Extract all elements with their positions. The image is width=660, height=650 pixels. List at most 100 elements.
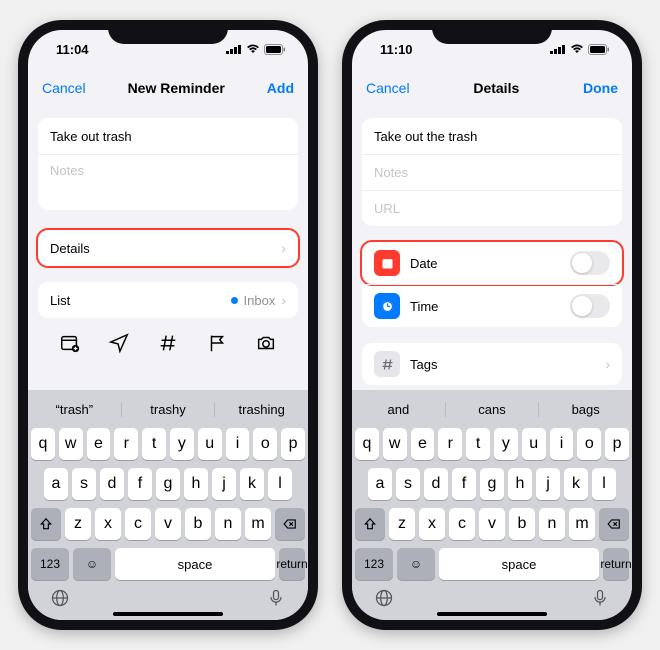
done-button[interactable]: Done	[583, 80, 618, 96]
key-r[interactable]: r	[114, 428, 138, 460]
key-h[interactable]: h	[184, 468, 208, 500]
key-e[interactable]: e	[87, 428, 111, 460]
details-row[interactable]: Details ›	[38, 230, 298, 266]
key-f[interactable]: f	[452, 468, 476, 500]
notes-input[interactable]: Notes	[38, 154, 298, 210]
key-k[interactable]: k	[240, 468, 264, 500]
time-toggle[interactable]	[570, 294, 610, 318]
location-icon[interactable]	[108, 332, 130, 354]
suggestion-1[interactable]: and	[352, 402, 446, 417]
backspace-key[interactable]	[275, 508, 305, 540]
key-d[interactable]: d	[100, 468, 124, 500]
home-indicator[interactable]	[113, 612, 223, 616]
key-p[interactable]: p	[605, 428, 629, 460]
key-l[interactable]: l	[592, 468, 616, 500]
shift-key[interactable]	[355, 508, 385, 540]
key-f[interactable]: f	[128, 468, 152, 500]
key-a[interactable]: a	[368, 468, 392, 500]
key-o[interactable]: o	[577, 428, 601, 460]
globe-icon[interactable]	[374, 588, 394, 608]
key-i[interactable]: i	[226, 428, 250, 460]
shift-key[interactable]	[31, 508, 61, 540]
notes-placeholder: Notes	[374, 165, 408, 180]
key-x[interactable]: x	[419, 508, 445, 540]
camera-icon[interactable]	[255, 332, 277, 354]
flag-icon[interactable]	[206, 332, 228, 354]
title-input[interactable]: Take out the trash	[362, 118, 622, 154]
notes-input[interactable]: Notes	[362, 154, 622, 190]
suggestion-3[interactable]: bags	[539, 402, 632, 417]
key-q[interactable]: q	[355, 428, 379, 460]
key-u[interactable]: u	[522, 428, 546, 460]
date-row[interactable]: Date	[362, 242, 622, 284]
suggestion-2[interactable]: trashy	[122, 402, 216, 417]
backspace-key[interactable]	[599, 508, 629, 540]
return-key[interactable]: return	[279, 548, 305, 580]
return-key[interactable]: return	[603, 548, 629, 580]
key-a[interactable]: a	[44, 468, 68, 500]
key-w[interactable]: w	[59, 428, 83, 460]
space-key[interactable]: space	[115, 548, 275, 580]
globe-icon[interactable]	[50, 588, 70, 608]
key-n[interactable]: n	[215, 508, 241, 540]
list-row[interactable]: List Inbox ›	[38, 282, 298, 318]
numbers-key[interactable]: 123	[31, 548, 69, 580]
emoji-key[interactable]: ☺	[397, 548, 435, 580]
home-indicator[interactable]	[437, 612, 547, 616]
key-i[interactable]: i	[550, 428, 574, 460]
key-e[interactable]: e	[411, 428, 435, 460]
key-s[interactable]: s	[396, 468, 420, 500]
key-y[interactable]: y	[494, 428, 518, 460]
key-z[interactable]: z	[389, 508, 415, 540]
key-t[interactable]: t	[466, 428, 490, 460]
key-n[interactable]: n	[539, 508, 565, 540]
key-c[interactable]: c	[125, 508, 151, 540]
url-input[interactable]: URL	[362, 190, 622, 226]
tags-card[interactable]: Tags ›	[362, 343, 622, 385]
emoji-key[interactable]: ☺	[73, 548, 111, 580]
key-v[interactable]: v	[479, 508, 505, 540]
key-m[interactable]: m	[569, 508, 595, 540]
key-u[interactable]: u	[198, 428, 222, 460]
key-q[interactable]: q	[31, 428, 55, 460]
key-g[interactable]: g	[156, 468, 180, 500]
key-v[interactable]: v	[155, 508, 181, 540]
key-c[interactable]: c	[449, 508, 475, 540]
cancel-button[interactable]: Cancel	[42, 80, 86, 96]
key-l[interactable]: l	[268, 468, 292, 500]
mic-icon[interactable]	[590, 588, 610, 608]
date-toggle[interactable]	[570, 251, 610, 275]
key-b[interactable]: b	[509, 508, 535, 540]
key-g[interactable]: g	[480, 468, 504, 500]
key-b[interactable]: b	[185, 508, 211, 540]
key-w[interactable]: w	[383, 428, 407, 460]
key-z[interactable]: z	[65, 508, 91, 540]
space-key[interactable]: space	[439, 548, 599, 580]
key-h[interactable]: h	[508, 468, 532, 500]
numbers-key[interactable]: 123	[355, 548, 393, 580]
cancel-button[interactable]: Cancel	[366, 80, 410, 96]
mic-icon[interactable]	[266, 588, 286, 608]
add-button[interactable]: Add	[267, 80, 294, 96]
key-o[interactable]: o	[253, 428, 277, 460]
suggestion-3[interactable]: trashing	[215, 402, 308, 417]
key-j[interactable]: j	[212, 468, 236, 500]
key-k[interactable]: k	[564, 468, 588, 500]
key-r[interactable]: r	[438, 428, 462, 460]
key-s[interactable]: s	[72, 468, 96, 500]
suggestion-2[interactable]: cans	[446, 402, 540, 417]
time-row[interactable]: Time	[362, 284, 622, 327]
key-m[interactable]: m	[245, 508, 271, 540]
key-p[interactable]: p	[281, 428, 305, 460]
suggestion-1[interactable]: “trash”	[28, 402, 122, 417]
title-input[interactable]: Take out trash	[38, 118, 298, 154]
key-x[interactable]: x	[95, 508, 121, 540]
key-t[interactable]: t	[142, 428, 166, 460]
hashtag-icon[interactable]	[157, 332, 179, 354]
key-j[interactable]: j	[536, 468, 560, 500]
key-d[interactable]: d	[424, 468, 448, 500]
key-row-1: q w e r t y u i o p	[28, 424, 308, 464]
keyboard: “trash” trashy trashing q w e r t y u i …	[28, 390, 308, 620]
calendar-add-icon[interactable]	[59, 332, 81, 354]
key-y[interactable]: y	[170, 428, 194, 460]
